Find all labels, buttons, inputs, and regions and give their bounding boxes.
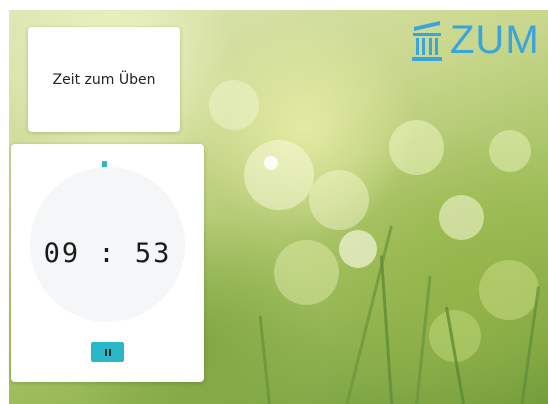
- bokeh-light: [264, 156, 278, 170]
- zum-logo[interactable]: ZUM: [410, 16, 540, 64]
- title-card: Zeit zum Üben: [28, 27, 180, 132]
- bokeh-light: [389, 120, 444, 175]
- pause-button[interactable]: [91, 342, 124, 362]
- bokeh-light: [274, 240, 339, 305]
- timer-display: 09 : 53: [43, 238, 172, 269]
- logo-text: ZUM: [450, 18, 540, 62]
- bokeh-light: [309, 170, 369, 230]
- grass-blade: [258, 315, 272, 404]
- pause-icon: [104, 348, 111, 356]
- pillar-icon: [410, 17, 444, 63]
- bokeh-light: [439, 195, 484, 240]
- bokeh-light: [479, 260, 539, 320]
- bokeh-light: [244, 140, 314, 210]
- bokeh-light: [489, 130, 531, 172]
- grass-blade: [379, 255, 394, 404]
- timer-card: 09 : 53: [11, 144, 204, 382]
- title-text: Zeit zum Üben: [52, 71, 156, 88]
- bokeh-light: [339, 230, 377, 268]
- bokeh-light: [209, 80, 259, 130]
